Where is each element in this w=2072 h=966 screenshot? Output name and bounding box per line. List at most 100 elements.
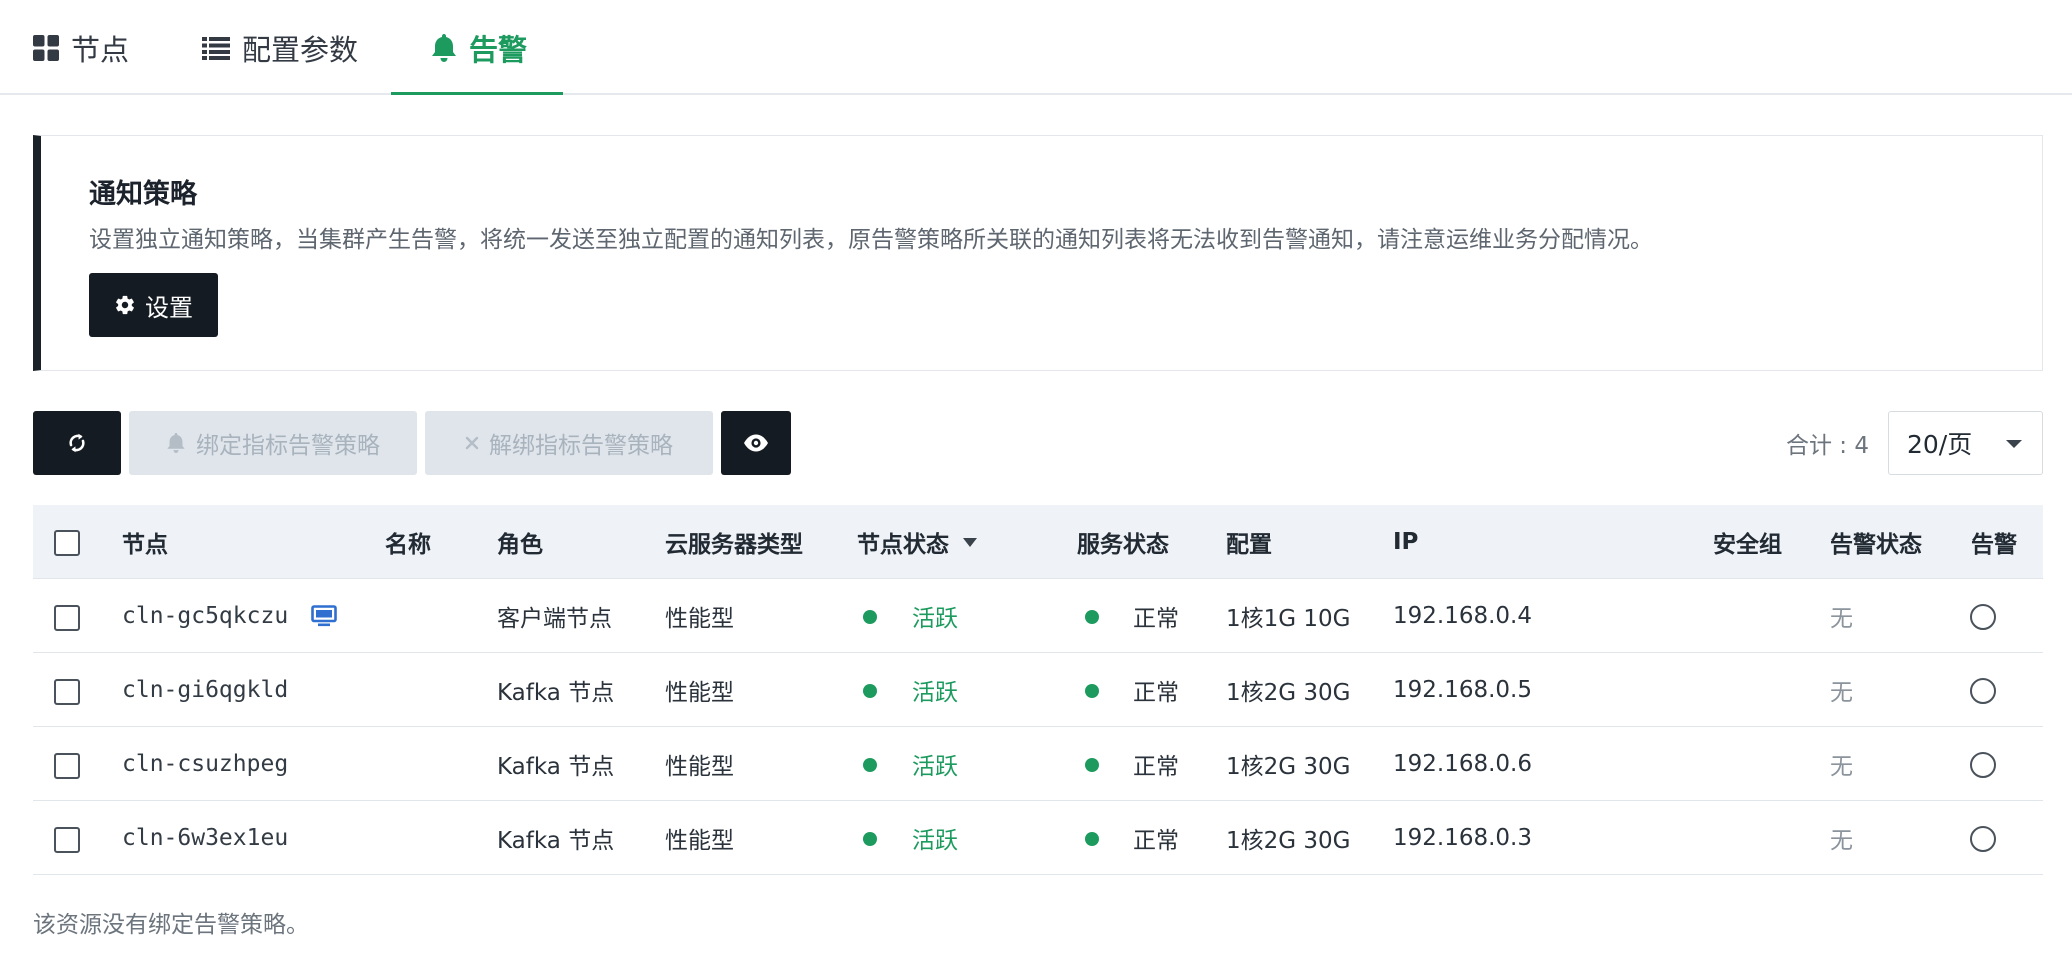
unbind-alert-policy-button[interactable]: 解绑指标告警策略 [425, 411, 713, 475]
column-header-node-status[interactable]: 节点状态 [857, 505, 977, 579]
refresh-icon [65, 431, 89, 455]
column-header-alert-status[interactable]: 告警状态 [1830, 505, 1922, 579]
column-header-alert[interactable]: 告警 [1971, 505, 2017, 579]
bind-alert-policy-label: 绑定指标告警策略 [196, 433, 380, 459]
page-size-value: 20/页 [1907, 430, 1973, 459]
list-icon [202, 36, 230, 60]
node-config: 1核1G 10G [1226, 606, 1351, 632]
eye-icon [743, 434, 769, 452]
tab-nodes-label: 节点 [71, 32, 130, 67]
bell-icon [431, 33, 457, 62]
view-toggle-button[interactable] [721, 411, 791, 475]
filter-caret-icon[interactable] [963, 537, 977, 547]
node-id[interactable]: cln-csuzhpeg [122, 727, 288, 801]
node-status: 活跃 [912, 680, 958, 706]
notice-title: 通知策略 [89, 179, 197, 210]
node-config: 1核2G 30G [1226, 828, 1351, 854]
bind-alert-policy-button[interactable]: 绑定指标告警策略 [129, 411, 417, 475]
node-id[interactable]: cln-gc5qkczu [122, 579, 288, 653]
tab-alerts-label: 告警 [469, 32, 528, 67]
column-header-ip[interactable]: IP [1393, 505, 1418, 579]
no-policy-note: 该资源没有绑定告警策略。 [33, 912, 309, 938]
column-header-security-group[interactable]: 安全组 [1713, 505, 1782, 579]
column-header-server-type[interactable]: 云服务器类型 [665, 505, 803, 579]
column-header-node[interactable]: 节点 [122, 505, 168, 579]
service-status-dot [1085, 758, 1099, 772]
node-status-dot [863, 758, 877, 772]
bell-icon [166, 433, 186, 453]
active-tab-indicator [391, 92, 563, 95]
alert-status: 无 [1830, 606, 1853, 632]
node-ip: 192.168.0.5 [1393, 677, 1532, 703]
alert-status: 无 [1830, 754, 1853, 780]
column-header-role[interactable]: 角色 [497, 505, 543, 579]
tab-alerts[interactable]: 告警 [431, 0, 527, 95]
server-type: 性能型 [665, 606, 734, 632]
node-role: Kafka 节点 [497, 680, 615, 706]
refresh-button[interactable] [33, 411, 121, 475]
alert-status: 无 [1830, 680, 1853, 706]
grid-icon [33, 34, 59, 61]
monitor-icon[interactable] [311, 605, 337, 627]
alert-radio[interactable] [1970, 826, 1996, 852]
tab-bar: 节点 配置参数 告警 [0, 0, 2072, 95]
table-header: 节点 名称 角色 云服务器类型 节点状态 服务状态 配置 IP 安全组 告警状态… [33, 505, 2043, 579]
node-ip: 192.168.0.6 [1393, 751, 1532, 777]
service-status: 正常 [1133, 606, 1179, 632]
service-status-dot [1085, 684, 1099, 698]
service-status-dot [1085, 610, 1099, 624]
node-ip: 192.168.0.4 [1393, 603, 1532, 629]
server-type: 性能型 [665, 754, 734, 780]
tab-nodes[interactable]: 节点 [33, 0, 129, 95]
service-status: 正常 [1133, 680, 1179, 706]
node-status: 活跃 [912, 606, 958, 632]
node-role: Kafka 节点 [497, 828, 615, 854]
settings-button[interactable]: 设置 [89, 273, 218, 337]
node-status-dot [863, 610, 877, 624]
row-checkbox[interactable] [54, 753, 80, 779]
node-status-dot [863, 684, 877, 698]
node-config: 1核2G 30G [1226, 680, 1351, 706]
node-id[interactable]: cln-gi6qgkld [122, 653, 288, 727]
notification-policy-panel: 通知策略 设置独立通知策略，当集群产生告警，将统一发送至独立配置的通知列表，原告… [33, 135, 2043, 371]
node-config: 1核2G 30G [1226, 754, 1351, 780]
select-all-checkbox[interactable] [54, 530, 80, 556]
server-type: 性能型 [665, 828, 734, 854]
node-role: 客户端节点 [497, 606, 612, 632]
table-row[interactable]: cln-gc5qkczu 客户端节点 性能型 活跃 正常 1核1G 10G 19… [33, 579, 2043, 653]
server-type: 性能型 [665, 680, 734, 706]
table-row[interactable]: cln-csuzhpeg Kafka 节点 性能型 活跃 正常 1核2G 30G… [33, 727, 2043, 801]
page-size-select[interactable]: 20/页 [1888, 411, 2043, 475]
alert-radio[interactable] [1970, 752, 1996, 778]
alert-status: 无 [1830, 828, 1853, 854]
column-header-service-status[interactable]: 服务状态 [1077, 505, 1169, 579]
row-checkbox[interactable] [54, 605, 80, 631]
close-icon [465, 436, 479, 450]
table-row[interactable]: cln-gi6qgkld Kafka 节点 性能型 活跃 正常 1核2G 30G… [33, 653, 2043, 727]
column-header-name[interactable]: 名称 [385, 505, 431, 579]
tab-config-params-label: 配置参数 [242, 32, 359, 67]
node-ip: 192.168.0.3 [1393, 825, 1532, 851]
unbind-alert-policy-label: 解绑指标告警策略 [489, 433, 673, 459]
tab-config-params[interactable]: 配置参数 [202, 0, 358, 95]
column-header-config[interactable]: 配置 [1226, 505, 1272, 579]
notice-description: 设置独立通知策略，当集群产生告警，将统一发送至独立配置的通知列表，原告警策略所关… [89, 227, 1653, 253]
service-status: 正常 [1133, 828, 1179, 854]
total-count: 合计 : 4 [1786, 433, 1870, 459]
settings-button-label: 设置 [145, 293, 193, 322]
node-status-dot [863, 832, 877, 846]
row-checkbox[interactable] [54, 827, 80, 853]
node-role: Kafka 节点 [497, 754, 615, 780]
gear-icon [114, 294, 136, 316]
service-status: 正常 [1133, 754, 1179, 780]
node-status: 活跃 [912, 754, 958, 780]
service-status-dot [1085, 832, 1099, 846]
chevron-down-icon [2006, 440, 2022, 448]
row-checkbox[interactable] [54, 679, 80, 705]
alert-radio[interactable] [1970, 678, 1996, 704]
table-row[interactable]: cln-6w3ex1eu Kafka 节点 性能型 活跃 正常 1核2G 30G… [33, 801, 2043, 875]
node-status: 活跃 [912, 828, 958, 854]
alert-radio[interactable] [1970, 604, 1996, 630]
node-id[interactable]: cln-6w3ex1eu [122, 801, 288, 875]
column-header-node-status-label: 节点状态 [857, 532, 949, 558]
